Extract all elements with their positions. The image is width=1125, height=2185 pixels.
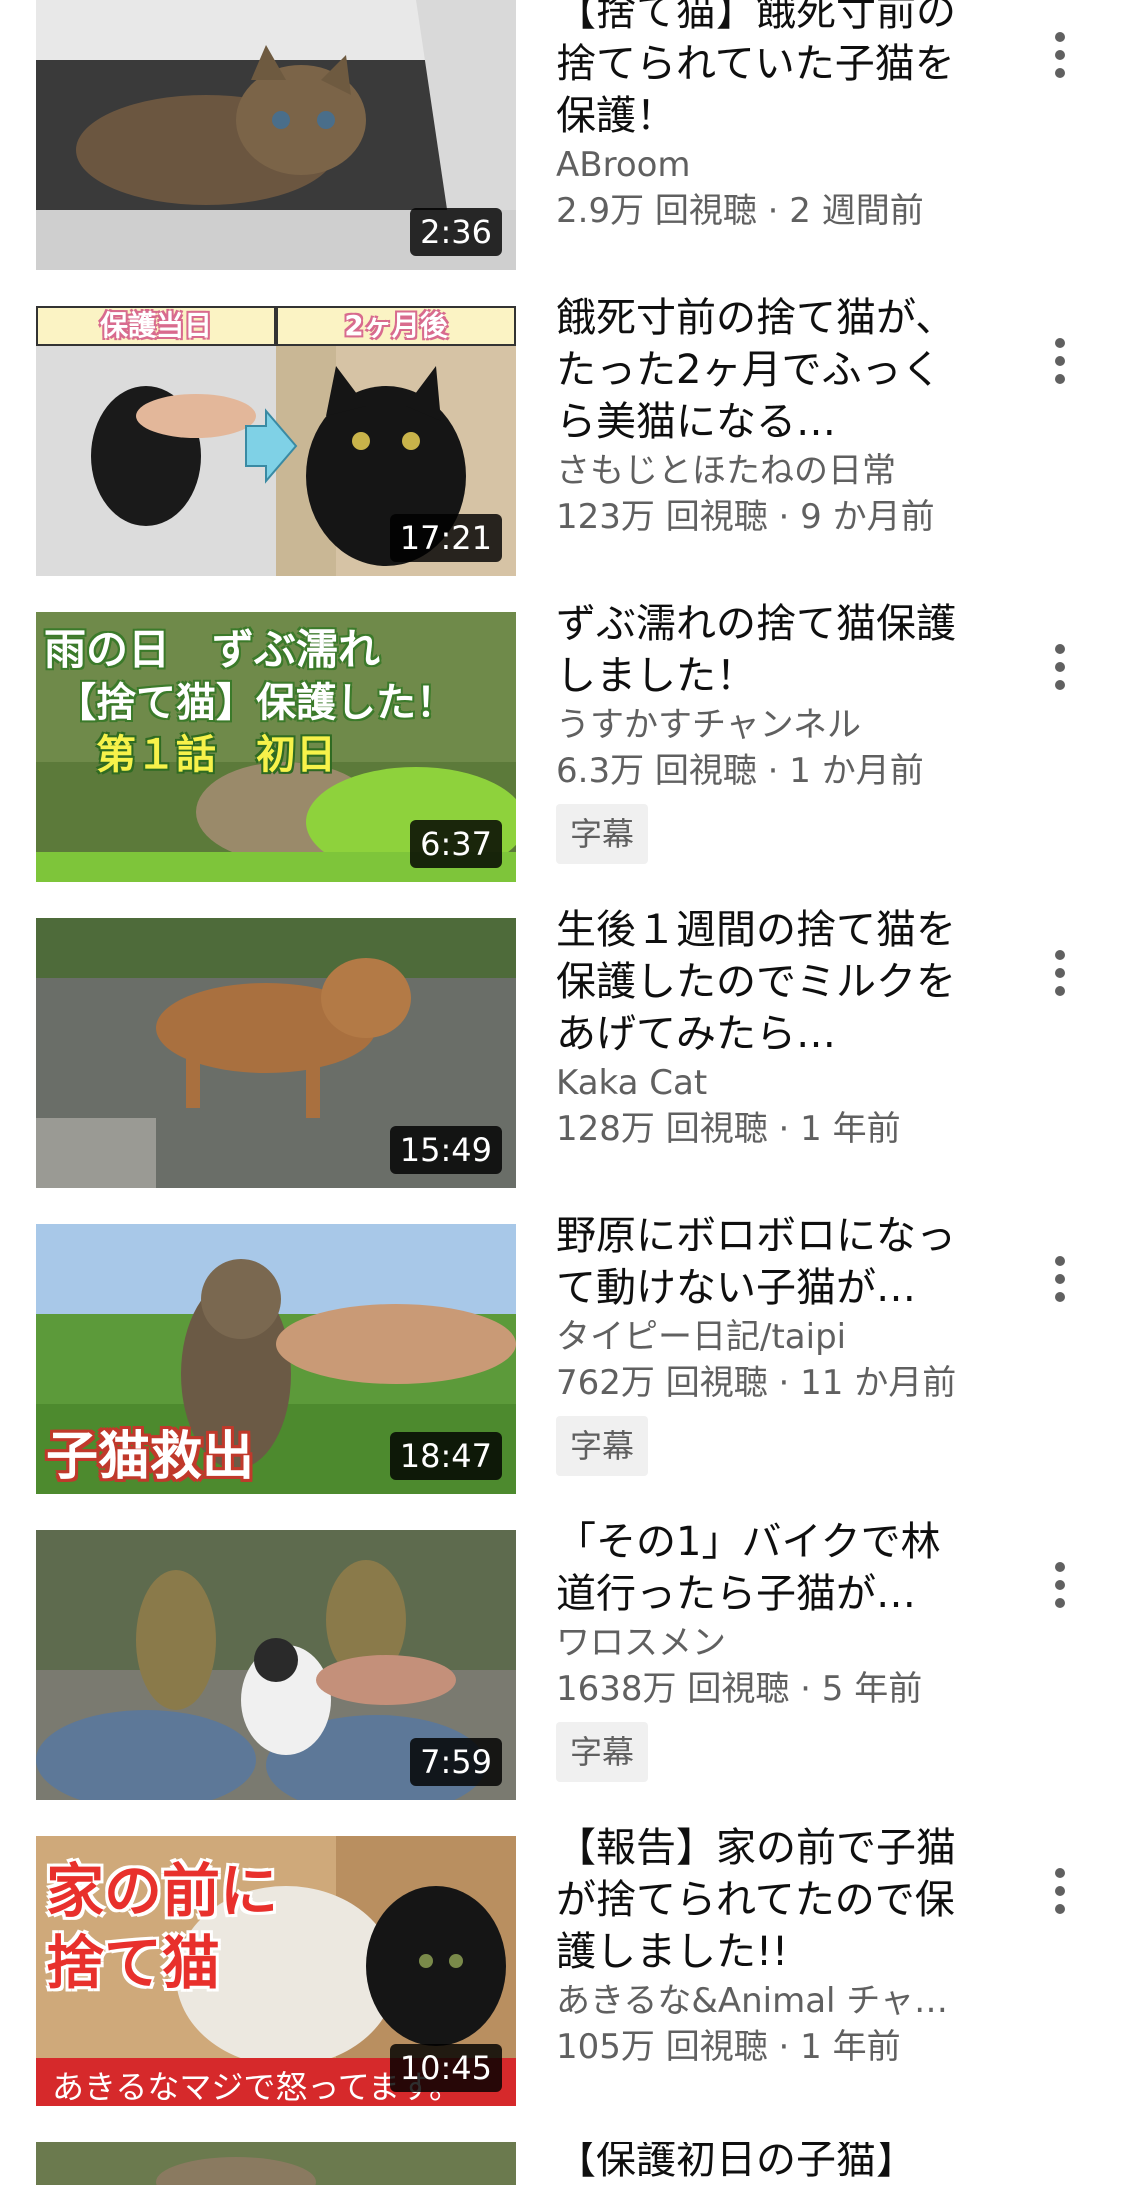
video-thumbnail[interactable]: 雨の日 ずぶ濡れ 【捨て猫】保護した！ 第１話 初日 6:37 xyxy=(36,612,516,882)
thumbnail-image xyxy=(36,2142,516,2185)
video-title[interactable]: ずぶ濡れの捨て猫保護しました！ xyxy=(556,598,976,702)
video-title[interactable]: 餓死寸前の捨て猫が、たった2ヶ月でふっくら美猫になる… xyxy=(556,292,976,448)
captions-badge: 字幕 xyxy=(556,804,649,864)
video-info[interactable]: ずぶ濡れの捨て猫保護しました！ うすかすチャンネル 6.3万 回視聴 · 1 か… xyxy=(556,598,976,864)
video-info[interactable]: 「その1」バイクで林道行ったら子猫が… ワロスメン 1638万 回視聴 · 5 … xyxy=(556,1516,976,1782)
thumbnail-caption: 捨て猫 xyxy=(46,1929,221,1997)
captions-badge: 字幕 xyxy=(556,1722,649,1782)
video-item[interactable]: 7:59 「その1」バイクで林道行ったら子猫が… ワロスメン 1638万 回視聴… xyxy=(0,1519,1125,1800)
thumbnail-caption: 【捨て猫】保護した！ xyxy=(56,680,456,726)
more-options-icon[interactable] xyxy=(1030,1856,1090,1926)
channel-name[interactable]: タイピー日記/taipi xyxy=(556,1314,976,1360)
more-options-icon[interactable] xyxy=(1030,1244,1090,1314)
video-meta: 128万 回視聴 · 1 年前 xyxy=(556,1109,901,1149)
video-info[interactable]: 【報告】家の前で子猫が捨てられてたので保護しました!! あきるな&Animal … xyxy=(556,1822,976,2070)
video-duration: 10:45 xyxy=(389,2044,502,2092)
video-thumbnail[interactable]: 保護当日 2ヶ月後 17:21 xyxy=(36,306,516,576)
video-duration: 6:37 xyxy=(410,820,502,868)
video-thumbnail[interactable]: 家の前に 捨て猫 あきるなマジで怒ってます。 10:45 xyxy=(36,1836,516,2106)
more-options-icon[interactable] xyxy=(1030,632,1090,702)
video-info[interactable]: 【捨て猫】餓死寸前の捨てられていた子猫を保護！ ABroom 2.9万 回視聴 … xyxy=(556,0,976,234)
video-duration: 17:21 xyxy=(389,514,502,562)
captions-badge: 字幕 xyxy=(556,1416,649,1476)
thumbnail-caption: 第１話 初日 xyxy=(96,732,336,778)
video-meta: 123万 回視聴 · 9 か月前 xyxy=(556,497,935,537)
video-meta: 1638万 回視聴 · 5 年前 xyxy=(556,1669,923,1709)
video-thumbnail[interactable]: 2:36 xyxy=(36,0,516,270)
video-item[interactable]: 15:49 生後１週間の捨て猫を保護したのでミルクをあげてみたら… Kaka C… xyxy=(0,907,1125,1188)
channel-name[interactable]: さもじとほたねの日常 xyxy=(556,448,976,494)
thumbnail-caption: 雨の日 ずぶ濡れ xyxy=(44,625,381,674)
video-title[interactable]: 野原にボロボロになって動けない子猫が… xyxy=(556,1210,976,1314)
video-title[interactable]: 【捨て猫】餓死寸前の捨てられていた子猫を保護！ xyxy=(556,0,976,142)
more-options-icon[interactable] xyxy=(1030,326,1090,396)
video-thumbnail[interactable]: 子猫救出 18:47 xyxy=(36,1224,516,1494)
video-duration: 7:59 xyxy=(410,1738,502,1786)
channel-name[interactable]: ワロスメン xyxy=(556,1620,976,1666)
video-duration: 15:49 xyxy=(389,1126,502,1174)
video-item[interactable]: 【保護初日の子猫】 xyxy=(0,2142,1125,2185)
video-info[interactable]: 餓死寸前の捨て猫が、たった2ヶ月でふっくら美猫になる… さもじとほたねの日常 1… xyxy=(556,292,976,540)
video-item[interactable]: 雨の日 ずぶ濡れ 【捨て猫】保護した！ 第１話 初日 6:37 ずぶ濡れの捨て猫… xyxy=(0,601,1125,882)
channel-name[interactable]: ABroom xyxy=(556,142,976,188)
video-duration: 2:36 xyxy=(410,208,502,256)
more-options-icon[interactable] xyxy=(1030,938,1090,1008)
video-title[interactable]: 【報告】家の前で子猫が捨てられてたので保護しました!! xyxy=(556,1822,976,1978)
channel-name[interactable]: Kaka Cat xyxy=(556,1060,976,1106)
video-meta: 762万 回視聴 · 11 か月前 xyxy=(556,1363,957,1403)
video-meta: 6.3万 回視聴 · 1 か月前 xyxy=(556,751,924,791)
video-thumbnail[interactable] xyxy=(36,2142,516,2185)
video-info[interactable]: 生後１週間の捨て猫を保護したのでミルクをあげてみたら… Kaka Cat 128… xyxy=(556,904,976,1152)
video-title[interactable]: 生後１週間の捨て猫を保護したのでミルクをあげてみたら… xyxy=(556,904,976,1060)
video-thumbnail[interactable]: 7:59 xyxy=(36,1530,516,1800)
video-meta: 105万 回視聴 · 1 年前 xyxy=(556,2027,901,2067)
more-options-icon[interactable] xyxy=(1030,1550,1090,1620)
video-duration: 18:47 xyxy=(389,1432,502,1480)
video-item[interactable]: 家の前に 捨て猫 あきるなマジで怒ってます。 10:45 【報告】家の前で子猫が… xyxy=(0,1825,1125,2106)
thumbnail-caption: 子猫救出 xyxy=(46,1427,255,1487)
thumbnail-caption: 2ヶ月後 xyxy=(276,306,516,346)
channel-name[interactable]: うすかすチャンネル xyxy=(556,702,976,748)
video-item[interactable]: 2:36 【捨て猫】餓死寸前の捨てられていた子猫を保護！ ABroom 2.9万… xyxy=(0,0,1125,270)
video-title[interactable]: 「その1」バイクで林道行ったら子猫が… xyxy=(556,1516,976,1620)
video-info[interactable]: 【保護初日の子猫】 xyxy=(556,2142,976,2185)
video-info[interactable]: 野原にボロボロになって動けない子猫が… タイピー日記/taipi 762万 回視… xyxy=(556,1210,976,1476)
video-thumbnail[interactable]: 15:49 xyxy=(36,918,516,1188)
more-options-icon[interactable] xyxy=(1030,20,1090,90)
channel-name[interactable]: あきるな&Animal チャ… xyxy=(556,1978,976,2024)
thumbnail-caption: 保護当日 xyxy=(36,306,276,346)
video-meta: 2.9万 回視聴 · 2 週間前 xyxy=(556,191,924,231)
video-item[interactable]: 子猫救出 18:47 野原にボロボロになって動けない子猫が… タイピー日記/ta… xyxy=(0,1213,1125,1494)
video-item[interactable]: 保護当日 2ヶ月後 17:21 餓死寸前の捨て猫が、たった2ヶ月でふっくら美猫に… xyxy=(0,295,1125,576)
video-title[interactable]: 【保護初日の子猫】 xyxy=(556,2142,976,2185)
